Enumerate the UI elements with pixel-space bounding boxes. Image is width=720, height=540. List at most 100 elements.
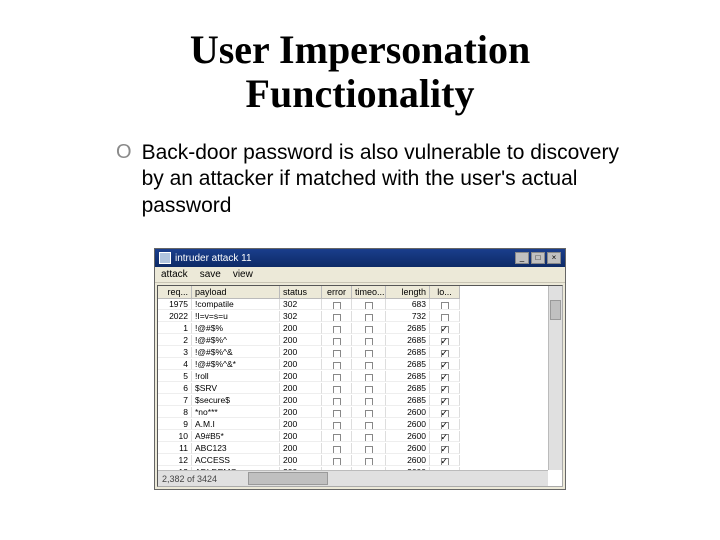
- cell-timeout: [352, 323, 386, 334]
- table-row[interactable]: 11ABC1232002600: [158, 443, 562, 455]
- title-line-1: User Impersonation: [190, 27, 530, 72]
- checkbox-icon: [365, 446, 373, 454]
- cell-timeout: [352, 311, 386, 322]
- col-status[interactable]: status: [280, 286, 322, 299]
- cell-timeout: [352, 299, 386, 310]
- close-button[interactable]: ×: [547, 252, 561, 264]
- cell-login: [430, 407, 460, 418]
- cell-error: [322, 419, 352, 430]
- cell-payload: !@#$%: [192, 323, 280, 334]
- cell-timeout: [352, 383, 386, 394]
- cell-request: 6: [158, 383, 192, 394]
- checkbox-icon: [333, 302, 341, 310]
- cell-status: 200: [280, 443, 322, 454]
- checkbox-icon: [441, 338, 449, 346]
- table-row[interactable]: 2!@#$%^2002685: [158, 335, 562, 347]
- checkbox-icon: [333, 350, 341, 358]
- checkbox-icon: [365, 458, 373, 466]
- checkbox-icon: [365, 326, 373, 334]
- table-row[interactable]: 12ACCESS2002600: [158, 455, 562, 467]
- checkbox-icon: [441, 446, 449, 454]
- table-row[interactable]: 10A9#B5*2002600: [158, 431, 562, 443]
- cell-timeout: [352, 395, 386, 406]
- table-body: 1975!compatile3026832022!I=v=s=u3027321!…: [158, 299, 562, 486]
- cell-error: [322, 347, 352, 358]
- cell-error: [322, 359, 352, 370]
- window-title: intruder attack 11: [175, 253, 252, 264]
- checkbox-icon: [365, 398, 373, 406]
- table-row[interactable]: 1975!compatile302683: [158, 299, 562, 311]
- col-request[interactable]: req...: [158, 286, 192, 299]
- col-timeout[interactable]: timeo...: [352, 286, 386, 299]
- cell-login: [430, 395, 460, 406]
- checkbox-icon: [441, 314, 449, 322]
- table-row[interactable]: 5!roll2002685: [158, 371, 562, 383]
- checkbox-icon: [333, 398, 341, 406]
- cell-length: 2685: [386, 395, 430, 406]
- cell-error: [322, 311, 352, 322]
- cell-status: 302: [280, 299, 322, 310]
- checkbox-icon: [365, 410, 373, 418]
- cell-request: 1975: [158, 299, 192, 310]
- cell-status: 200: [280, 383, 322, 394]
- cell-status: 200: [280, 455, 322, 466]
- table-row[interactable]: 9A.M.I2002600: [158, 419, 562, 431]
- checkbox-icon: [333, 338, 341, 346]
- checkbox-icon: [441, 362, 449, 370]
- menu-attack[interactable]: attack: [161, 269, 188, 280]
- cell-payload: !@#$%^&: [192, 347, 280, 358]
- embedded-screenshot: intruder attack 11 _ □ × attack save vie…: [154, 248, 566, 490]
- cell-payload: !compatile: [192, 299, 280, 310]
- bullet-text: Back-door password is also vulnerable to…: [142, 140, 632, 219]
- checkbox-icon: [441, 350, 449, 358]
- table-header-row: req... payload status error timeo... len…: [158, 286, 562, 299]
- table-row[interactable]: 1!@#$%2002685: [158, 323, 562, 335]
- cell-length: 2600: [386, 455, 430, 466]
- title-line-2: Functionality: [246, 71, 475, 116]
- cell-length: 2685: [386, 323, 430, 334]
- col-length[interactable]: length: [386, 286, 430, 299]
- horizontal-scroll-thumb[interactable]: [248, 472, 328, 485]
- menu-save[interactable]: save: [200, 269, 221, 280]
- checkbox-icon: [441, 410, 449, 418]
- checkbox-icon: [333, 314, 341, 322]
- vertical-scrollbar[interactable]: [548, 286, 562, 470]
- cell-payload: !@#$%^: [192, 335, 280, 346]
- cell-request: 2022: [158, 311, 192, 322]
- checkbox-icon: [441, 374, 449, 382]
- maximize-button[interactable]: □: [531, 252, 545, 264]
- cell-status: 200: [280, 323, 322, 334]
- cell-length: 2685: [386, 359, 430, 370]
- checkbox-icon: [441, 386, 449, 394]
- minimize-button[interactable]: _: [515, 252, 529, 264]
- cell-length: 732: [386, 311, 430, 322]
- checkbox-icon: [333, 386, 341, 394]
- table-row[interactable]: 3!@#$%^&2002685: [158, 347, 562, 359]
- cell-error: [322, 395, 352, 406]
- cell-login: [430, 371, 460, 382]
- cell-error: [322, 407, 352, 418]
- results-table: req... payload status error timeo... len…: [157, 285, 563, 487]
- col-payload[interactable]: payload: [192, 286, 280, 299]
- checkbox-icon: [365, 422, 373, 430]
- menu-view[interactable]: view: [233, 269, 253, 280]
- checkbox-icon: [333, 362, 341, 370]
- cell-status: 200: [280, 419, 322, 430]
- cell-status: 200: [280, 407, 322, 418]
- window-controls: _ □ ×: [515, 252, 561, 264]
- vertical-scroll-thumb[interactable]: [550, 300, 561, 320]
- table-row[interactable]: 6$SRV2002685: [158, 383, 562, 395]
- cell-login: [430, 311, 460, 322]
- checkbox-icon: [365, 302, 373, 310]
- cell-timeout: [352, 335, 386, 346]
- bullet-item: O Back-door password is also vulnerable …: [116, 140, 632, 219]
- col-login[interactable]: lo...: [430, 286, 460, 299]
- cell-request: 9: [158, 419, 192, 430]
- cell-status: 200: [280, 347, 322, 358]
- table-row[interactable]: 2022!I=v=s=u302732: [158, 311, 562, 323]
- table-row[interactable]: 7$secure$2002685: [158, 395, 562, 407]
- col-error[interactable]: error: [322, 286, 352, 299]
- window-titlebar: intruder attack 11 _ □ ×: [155, 249, 565, 267]
- table-row[interactable]: 4!@#$%^&*2002685: [158, 359, 562, 371]
- table-row[interactable]: 8*no***2002600: [158, 407, 562, 419]
